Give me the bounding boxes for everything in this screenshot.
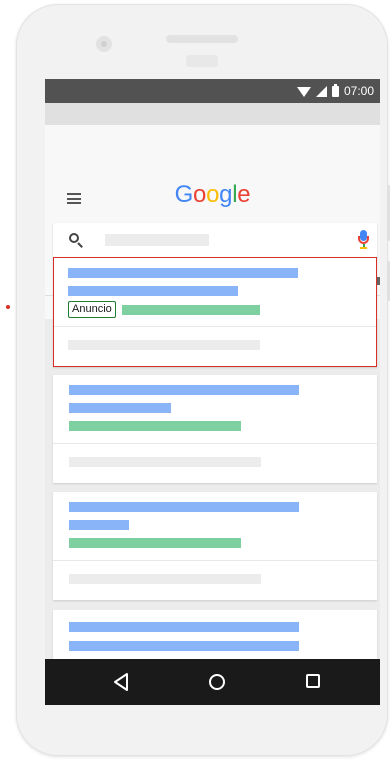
status-time: 07:00 <box>343 84 374 98</box>
signal-icon <box>315 85 327 97</box>
ad-badge: Anuncio <box>68 301 116 318</box>
result-card[interactable] <box>53 375 377 483</box>
result-title-placeholder[interactable] <box>69 622 299 632</box>
card-divider <box>53 443 377 444</box>
android-nav-bar <box>45 659 380 705</box>
result-title-placeholder[interactable] <box>69 641 299 651</box>
browser-chrome <box>45 103 380 125</box>
card-divider <box>53 560 377 561</box>
search-bar[interactable] <box>53 223 377 259</box>
logo-letter: o <box>193 181 207 208</box>
proximity-sensor <box>186 55 218 67</box>
recent-apps-icon[interactable] <box>306 674 320 688</box>
power-button <box>387 185 390 241</box>
phone-frame: 07:00 Google Anuncio <box>16 4 390 756</box>
status-icons: 07:00 <box>296 83 374 99</box>
result-title-placeholder[interactable] <box>69 403 171 413</box>
wifi-icon <box>296 87 311 97</box>
logo-letter: o <box>206 181 220 208</box>
google-logo: Google <box>45 181 380 209</box>
stage: 07:00 Google Anuncio <box>0 0 391 761</box>
ad-result-card[interactable]: Anuncio <box>53 257 377 367</box>
card-divider <box>54 326 376 327</box>
result-title-placeholder[interactable] <box>68 268 298 278</box>
result-snippet-placeholder <box>68 340 260 350</box>
earpiece-speaker <box>166 35 238 43</box>
result-title-placeholder[interactable] <box>69 385 299 395</box>
result-snippet-placeholder <box>69 457 261 467</box>
result-title-placeholder[interactable] <box>69 502 299 512</box>
search-input[interactable] <box>105 234 209 246</box>
front-camera <box>96 36 112 52</box>
status-bar: 07:00 <box>45 79 380 103</box>
phone-screen: 07:00 Google Anuncio <box>45 79 380 705</box>
volume-button <box>387 261 390 301</box>
search-icon[interactable] <box>69 233 83 248</box>
result-snippet-placeholder <box>69 574 261 584</box>
result-title-placeholder[interactable] <box>68 286 238 296</box>
back-icon[interactable] <box>113 673 129 691</box>
battery-icon <box>331 83 339 97</box>
logo-letter: G <box>174 181 194 208</box>
result-title-placeholder[interactable] <box>69 520 129 530</box>
result-url-placeholder <box>69 421 241 431</box>
result-url-placeholder <box>122 305 260 315</box>
logo-letter: g <box>219 181 233 208</box>
logo-letter: e <box>237 181 251 208</box>
result-url-placeholder <box>69 538 241 548</box>
pointer-dash <box>6 305 10 309</box>
result-card[interactable] <box>53 492 377 600</box>
microphone-icon[interactable] <box>357 230 371 252</box>
home-icon[interactable] <box>209 674 225 690</box>
